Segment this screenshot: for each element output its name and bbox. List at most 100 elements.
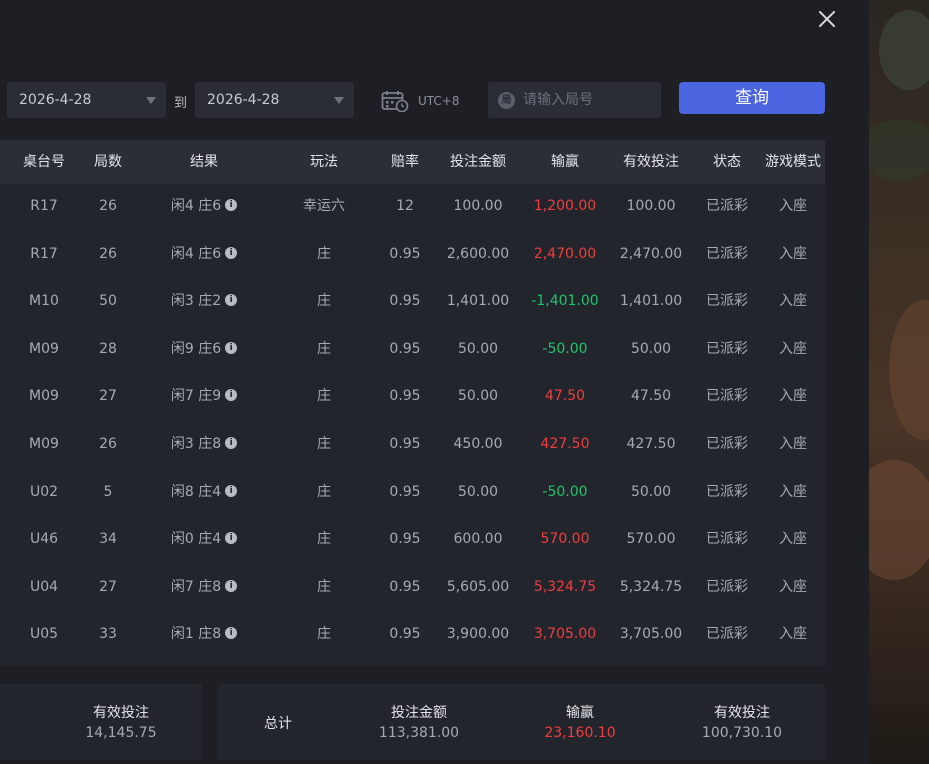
summary-valid-value: 14,145.75 <box>85 725 157 741</box>
cell-col-result: 闲4 庄6 i <box>152 184 256 232</box>
cell-col-result: 闲7 庄8 i <box>152 565 256 613</box>
cell-col-round: 5 <box>103 483 113 500</box>
cell-col-win: 47.50 <box>544 388 586 405</box>
summary-total-card: 总计 投注金额 113,381.00 输赢 23,160.10 有效投注 100… <box>218 684 825 760</box>
cell-col-result: 闲7 庄9 i <box>152 374 256 422</box>
cell-col-bet: 100.00 <box>453 198 503 214</box>
cell-col-play: 庄 <box>317 578 331 595</box>
cell-col-valid: 100.00 <box>626 198 676 214</box>
round-number-field[interactable]: 局 <box>488 82 661 118</box>
query-button[interactable]: 查询 <box>679 82 825 114</box>
cell-col-play: 庄 <box>317 436 331 452</box>
cell-col-valid: 427.50 <box>626 436 676 452</box>
result-text: 闲3 庄2 <box>170 293 222 310</box>
info-icon[interactable]: i <box>225 484 238 497</box>
cell-col-bet: 2,600.00 <box>446 245 510 262</box>
cell-col-bet: 5,605.00 <box>446 578 510 595</box>
cell-col-valid: 50.00 <box>630 483 672 500</box>
cell-col-round: 26 <box>99 198 117 214</box>
round-number-input[interactable] <box>523 82 653 118</box>
info-icon[interactable]: i <box>225 579 238 592</box>
summary-valid-total-value: 100,730.10 <box>701 725 783 741</box>
calendar-clock-icon[interactable] <box>381 90 409 112</box>
cell-col-play: 庄 <box>317 245 331 262</box>
result-text: 闲4 庄6 <box>170 198 222 214</box>
cell-col-status: 已派彩 <box>706 245 748 262</box>
cell-col-round: 26 <box>99 245 117 262</box>
summary-total-label: 总计 <box>264 716 292 732</box>
cell-col-round: 27 <box>99 578 117 595</box>
cell-col-bet: 600.00 <box>453 531 503 548</box>
cell-col-round: 27 <box>99 388 117 405</box>
info-icon[interactable]: i <box>225 199 238 211</box>
info-icon[interactable]: i <box>225 627 238 640</box>
timezone-label: UTC+8 <box>418 94 460 108</box>
info-icon[interactable]: i <box>225 246 238 259</box>
summary-valid-total-label: 有效投注 <box>714 705 770 721</box>
cell-col-mode: 入座 <box>779 245 807 262</box>
header-col-result: 结果 <box>190 154 218 170</box>
cell-col-table: R17 <box>30 245 58 262</box>
table-row: U02 5 闲8 庄4 i 庄 0.95 50.00 -50.00 50.00 已派彩 入座 <box>0 470 825 518</box>
cell-col-mode: 入座 <box>779 198 807 214</box>
bet-history-panel: 2026-4-28 到 2026-4-28 UTC+8 局 查询 桌台号 局数 结果… <box>0 0 869 764</box>
table-row: U46 34 闲0 庄4 i 庄 0.95 600.00 570.00 570.00 已派彩 入座 <box>0 517 825 565</box>
table-row: R17 26 闲4 庄6 i 庄 0.95 2,600.00 2,470.00 2,470.00… <box>0 232 825 280</box>
cell-col-play: 庄 <box>317 340 331 357</box>
cell-col-play: 庄 <box>317 293 331 310</box>
end-date-select[interactable]: 2026-4-28 <box>195 82 354 118</box>
info-icon[interactable]: i <box>225 389 238 402</box>
cell-col-table: M10 <box>29 293 59 310</box>
cell-col-bet: 1,401.00 <box>446 293 510 310</box>
cell-col-bet: 50.00 <box>457 388 499 405</box>
round-badge-icon: 局 <box>498 92 515 109</box>
cell-col-status: 已派彩 <box>706 388 748 405</box>
info-icon[interactable]: i <box>225 437 238 449</box>
end-date-value: 2026-4-28 <box>207 92 280 108</box>
header-col-valid: 有效投注 <box>623 154 679 170</box>
cell-col-mode: 入座 <box>779 626 807 643</box>
caret-down-icon <box>146 97 156 104</box>
header-col-status: 状态 <box>713 154 741 170</box>
cell-col-play: 庄 <box>317 626 331 643</box>
cell-col-odds: 0.95 <box>389 578 421 595</box>
cell-col-mode: 入座 <box>779 578 807 595</box>
table-row: R17 26 闲4 庄6 i 幸运六 12 100.00 1,200.00 100.00 已派彩 入… <box>0 184 825 232</box>
result-text: 闲0 庄4 <box>170 531 222 548</box>
result-text: 闲1 庄8 <box>170 626 222 643</box>
cell-col-valid: 570.00 <box>626 531 676 548</box>
cell-col-status: 已派彩 <box>706 483 748 500</box>
summary-valid-label: 有效投注 <box>93 705 149 721</box>
cell-col-valid: 50.00 <box>630 340 672 357</box>
cell-col-win: 3,705.00 <box>533 626 597 643</box>
summary-bet-value: 113,381.00 <box>378 725 460 741</box>
cell-col-odds: 0.95 <box>389 531 421 548</box>
header-col-win: 输赢 <box>551 154 579 170</box>
cell-col-table: R17 <box>30 198 58 214</box>
info-icon[interactable]: i <box>225 341 238 354</box>
cell-col-result: 闲9 庄6 i <box>152 327 256 375</box>
header-col-round: 局数 <box>94 154 122 170</box>
close-icon[interactable] <box>813 5 841 33</box>
cell-col-table: M09 <box>29 340 59 357</box>
cell-col-status: 已派彩 <box>706 198 748 214</box>
cell-col-mode: 入座 <box>779 293 807 310</box>
result-text: 闲9 庄6 <box>170 340 222 357</box>
header-col-play: 玩法 <box>310 154 338 170</box>
cell-col-odds: 0.95 <box>389 245 421 262</box>
start-date-select[interactable]: 2026-4-28 <box>7 82 166 118</box>
cell-col-result: 闲3 庄2 i <box>152 279 256 327</box>
summary-left-card: 有效投注 14,145.75 <box>0 684 202 760</box>
date-range-separator: 到 <box>174 96 188 111</box>
cell-col-valid: 2,470.00 <box>619 245 683 262</box>
cell-col-mode: 入座 <box>779 531 807 548</box>
cell-col-status: 已派彩 <box>706 340 748 357</box>
background-scene-image <box>869 0 929 764</box>
info-icon[interactable]: i <box>225 294 238 307</box>
info-icon[interactable]: i <box>225 532 238 545</box>
cell-col-play: 庄 <box>317 388 331 405</box>
cell-col-result: 闲3 庄8 i <box>152 422 256 470</box>
cell-col-bet: 3,900.00 <box>446 626 510 643</box>
cell-col-valid: 3,705.00 <box>619 626 683 643</box>
table-row: M09 26 闲3 庄8 i 庄 0.95 450.00 427.50 427.50 已派彩 入座 <box>0 422 825 470</box>
